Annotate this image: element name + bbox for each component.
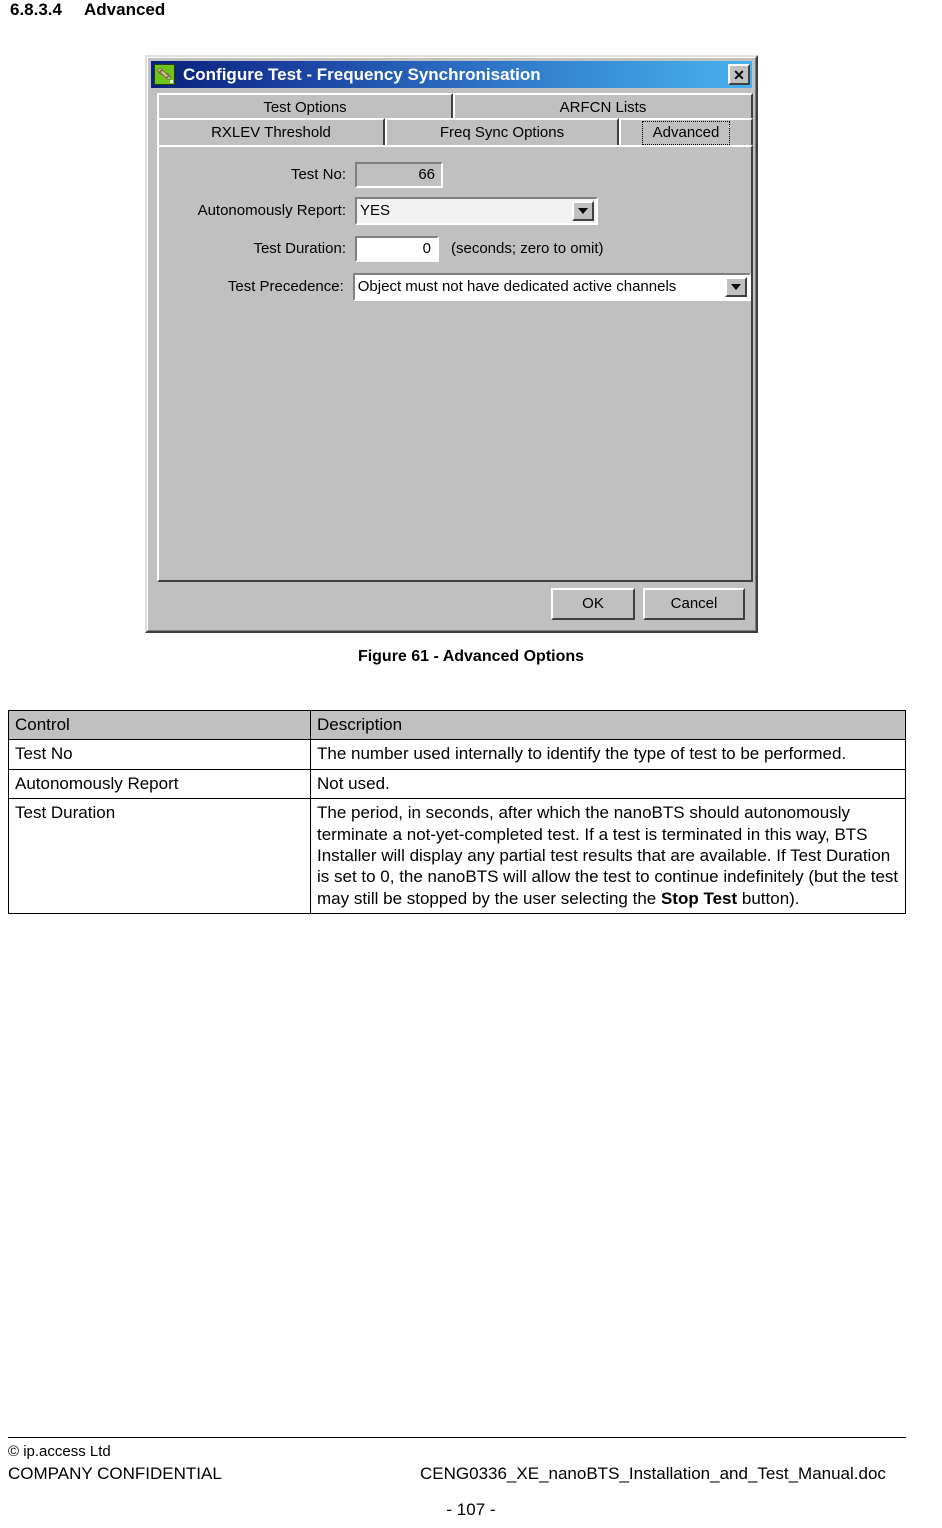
cell-control: Autonomously Report [8,768,311,800]
dialog-titlebar: Configure Test - Frequency Synchronisati… [151,61,752,88]
chevron-down-icon[interactable] [725,277,747,297]
tab-rxlev-threshold[interactable]: RXLEV Threshold [157,118,385,146]
tab-test-options[interactable]: Test Options [157,93,453,121]
footer-document-name: CENG0336_XE_nanoBTS_Installation_and_Tes… [420,1464,886,1483]
tab-strip: Test Options ARFCN Lists RXLEV Threshold… [157,93,753,147]
tab-label: Freq Sync Options [439,124,565,141]
footer-copyright: © ip.access Ltd [8,1443,111,1460]
ok-button[interactable]: OK [551,588,635,620]
cell-description: Not used. [310,768,906,800]
tab-label: Test Options [263,99,347,116]
table-row: Test Duration The period, in seconds, af… [8,798,906,915]
cell-control: Test Duration [8,798,311,915]
tab-label: RXLEV Threshold [211,124,331,141]
column-header-control: Control [8,709,311,741]
column-header-description: Description [310,709,906,741]
footer-divider [8,1437,906,1438]
tab-arfcn-lists[interactable]: ARFCN Lists [453,93,753,121]
dialog-inner-frame: Configure Test - Frequency Synchronisati… [147,57,756,631]
table-row: Test No The number used internally to id… [8,739,906,770]
tab-label: Advanced [641,121,731,145]
table-header-row: Control Description [8,709,906,741]
cell-control: Test No [8,739,311,770]
close-icon[interactable]: ✕ [728,64,750,85]
description-tail: button). [737,888,800,908]
test-duration-input[interactable]: 0 [355,236,439,262]
description-emphasis: Stop Test [660,888,738,908]
footer-confidential: COMPANY CONFIDENTIAL [8,1464,222,1483]
description-text: The period, in seconds, after which the … [317,803,899,908]
cell-description: The period, in seconds, after which the … [310,798,906,915]
field-row-test-no: Test No: 66 [159,161,751,189]
advanced-tab-panel: Test No: 66 Autonomously Report: YES Tes… [157,145,753,582]
table-row: Autonomously Report Not used. [8,768,906,800]
section-title: Advanced [84,0,166,19]
tab-row-top: Test Options ARFCN Lists [157,93,753,121]
field-row-test-precedence: Test Precedence: Object must not have de… [159,273,751,301]
test-no-input[interactable]: 66 [355,162,443,188]
description-text: Not used. [317,773,390,793]
bone-icon [154,64,175,85]
test-precedence-label: Test Precedence: [227,278,344,295]
test-precedence-select[interactable]: Object must not have dedicated active ch… [352,273,751,301]
description-text: The number used internally to identify t… [317,744,847,764]
autonomously-report-value: YES [360,202,391,219]
cell-description: The number used internally to identify t… [310,739,906,770]
tab-freq-sync-options[interactable]: Freq Sync Options [385,118,619,146]
chevron-down-icon[interactable] [572,201,594,221]
test-duration-label: Test Duration: [253,240,346,257]
configure-test-dialog: Configure Test - Frequency Synchronisati… [145,55,758,633]
section-heading: 6.8.3.4 Advanced [10,0,165,20]
field-row-autonomously-report: Autonomously Report: YES [159,197,751,225]
figure-caption: Figure 61 - Advanced Options [357,648,585,665]
test-no-label: Test No: [290,166,346,183]
page-number: - 107 - [446,1500,496,1519]
test-precedence-value: Object must not have dedicated active ch… [357,278,677,295]
section-number: 6.8.3.4 [10,0,62,19]
autonomously-report-label: Autonomously Report: [197,202,346,219]
tab-label: ARFCN Lists [559,99,647,116]
cancel-button[interactable]: Cancel [643,588,745,620]
field-row-test-duration: Test Duration: 0 (seconds; zero to omit) [159,235,751,263]
autonomously-report-select[interactable]: YES [355,197,598,225]
dialog-title: Configure Test - Frequency Synchronisati… [183,64,541,84]
tab-row-bottom: RXLEV Threshold Freq Sync Options Advanc… [157,118,753,146]
tab-advanced[interactable]: Advanced [619,118,753,146]
test-duration-hint: (seconds; zero to omit) [451,240,604,257]
control-description-table: Control Description Test No The number u… [8,709,906,915]
